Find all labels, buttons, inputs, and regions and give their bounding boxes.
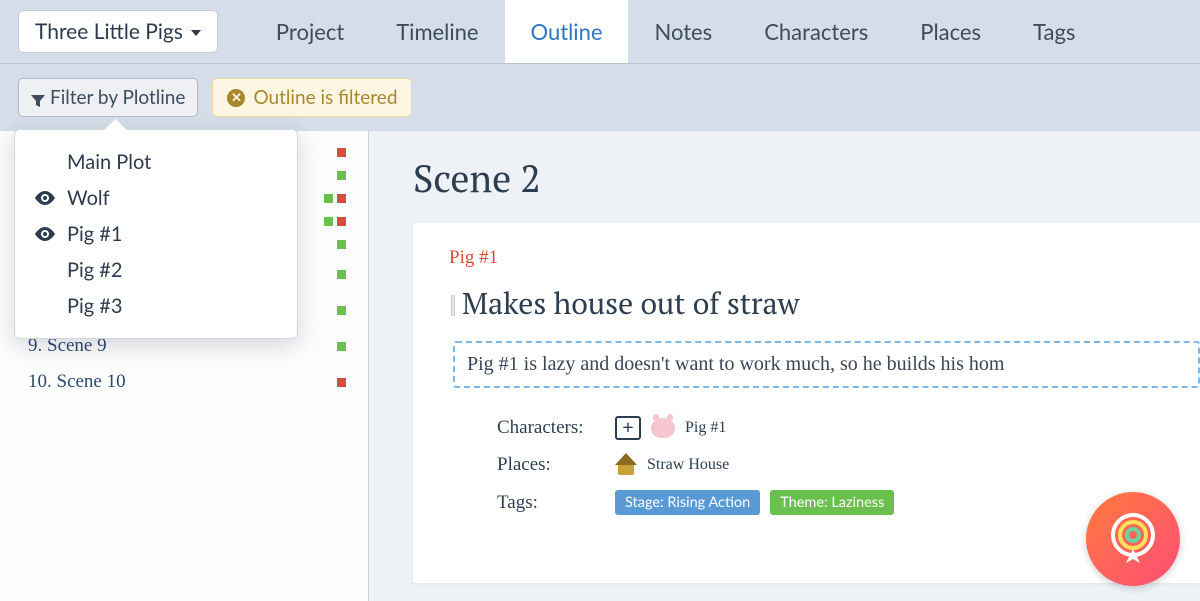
plotline-name: Wolf <box>67 186 110 210</box>
plot-dot <box>337 378 346 387</box>
scene-card-heading[interactable]: Makes house out of straw <box>462 283 799 323</box>
app-brand-badge <box>1086 492 1180 586</box>
filtered-label: Outline is filtered <box>253 86 397 109</box>
tab-timeline[interactable]: Timeline <box>370 0 504 63</box>
plotline-name: Pig #3 <box>67 294 122 318</box>
filter-by-plotline-button[interactable]: Filter by Plotline <box>18 78 198 117</box>
plot-dot <box>337 306 346 315</box>
scene-card-plotline: Pig #1 <box>449 247 1200 269</box>
brand-logo-icon <box>1103 509 1163 569</box>
funnel-icon <box>31 91 45 105</box>
project-name: Three Little Pigs <box>35 19 183 44</box>
caret-down-icon <box>191 30 201 36</box>
scene-description-input[interactable]: Pig #1 is lazy and doesn't want to work … <box>453 341 1200 388</box>
places-row: Places: Straw House <box>497 454 1200 476</box>
scene-title: Scene 2 <box>413 153 1200 203</box>
eye-icon <box>35 222 55 246</box>
plot-dot <box>324 217 333 226</box>
place-chip[interactable]: Straw House <box>647 456 729 474</box>
tab-characters[interactable]: Characters <box>738 0 894 63</box>
plotline-name: Pig #1 <box>67 222 122 246</box>
plot-dot <box>337 342 346 351</box>
top-bar: Three Little Pigs Project Timeline Outli… <box>0 0 1200 64</box>
plotline-option-pig3[interactable]: Pig #3 <box>15 288 297 324</box>
tab-places[interactable]: Places <box>894 0 1007 63</box>
plotline-option-pig2[interactable]: Pig #2 <box>15 252 297 288</box>
filter-label: Filter by Plotline <box>50 86 185 109</box>
outline-toolbar: Filter by Plotline ✕ Outline is filtered <box>0 64 1200 131</box>
character-chip[interactable]: Pig #1 <box>685 419 726 437</box>
plotline-option-main[interactable]: Main Plot <box>15 144 297 180</box>
plot-dot <box>337 194 346 203</box>
plotline-name: Main Plot <box>67 150 151 174</box>
plot-dot <box>324 194 333 203</box>
plotline-option-wolf[interactable]: Wolf <box>15 180 297 216</box>
tag-chip-theme[interactable]: Theme: Laziness <box>770 490 894 515</box>
project-dropdown[interactable]: Three Little Pigs <box>18 10 218 53</box>
body: 7. Scene 7 8. Scene 8 9. Scene 9 10. Sce… <box>0 131 1200 601</box>
hut-icon <box>615 455 637 475</box>
clear-filter-icon[interactable]: ✕ <box>227 89 245 107</box>
tab-tags[interactable]: Tags <box>1007 0 1101 63</box>
plot-dot <box>337 240 346 249</box>
scene-label: 10. Scene 10 <box>28 371 126 393</box>
plot-dot <box>337 171 346 180</box>
plotline-option-pig1[interactable]: Pig #1 <box>15 216 297 252</box>
scene-card: Pig #1 || Makes house out of straw Pig #… <box>413 223 1200 583</box>
tab-outline[interactable]: Outline <box>505 0 629 63</box>
tag-chip-stage[interactable]: Stage: Rising Action <box>615 490 760 515</box>
plotline-name: Pig #2 <box>67 258 122 282</box>
characters-label: Characters: <box>497 417 605 439</box>
characters-row: Characters: + Pig #1 <box>497 416 1200 440</box>
drag-handle-icon[interactable]: || <box>449 290 454 317</box>
pig-icon <box>651 418 675 438</box>
tab-notes[interactable]: Notes <box>628 0 738 63</box>
scene-row[interactable]: 10. Scene 10 <box>0 364 368 400</box>
add-character-button[interactable]: + <box>615 416 641 440</box>
outline-filtered-badge: ✕ Outline is filtered <box>212 78 412 117</box>
tags-label: Tags: <box>497 492 605 514</box>
scene-detail-panel: Scene 2 Pig #1 || Makes house out of str… <box>368 131 1200 601</box>
plot-dot <box>337 148 346 157</box>
plot-dot <box>337 270 346 279</box>
eye-icon <box>35 186 55 210</box>
tab-project[interactable]: Project <box>250 0 370 63</box>
plot-dot <box>337 217 346 226</box>
plotline-filter-popover: Main Plot Wolf Pig #1 Pig #2 Pig #3 <box>14 129 298 339</box>
tabs: Project Timeline Outline Notes Character… <box>250 0 1102 63</box>
places-label: Places: <box>497 454 605 476</box>
scene-list-sidebar: 7. Scene 7 8. Scene 8 9. Scene 9 10. Sce… <box>0 131 368 601</box>
